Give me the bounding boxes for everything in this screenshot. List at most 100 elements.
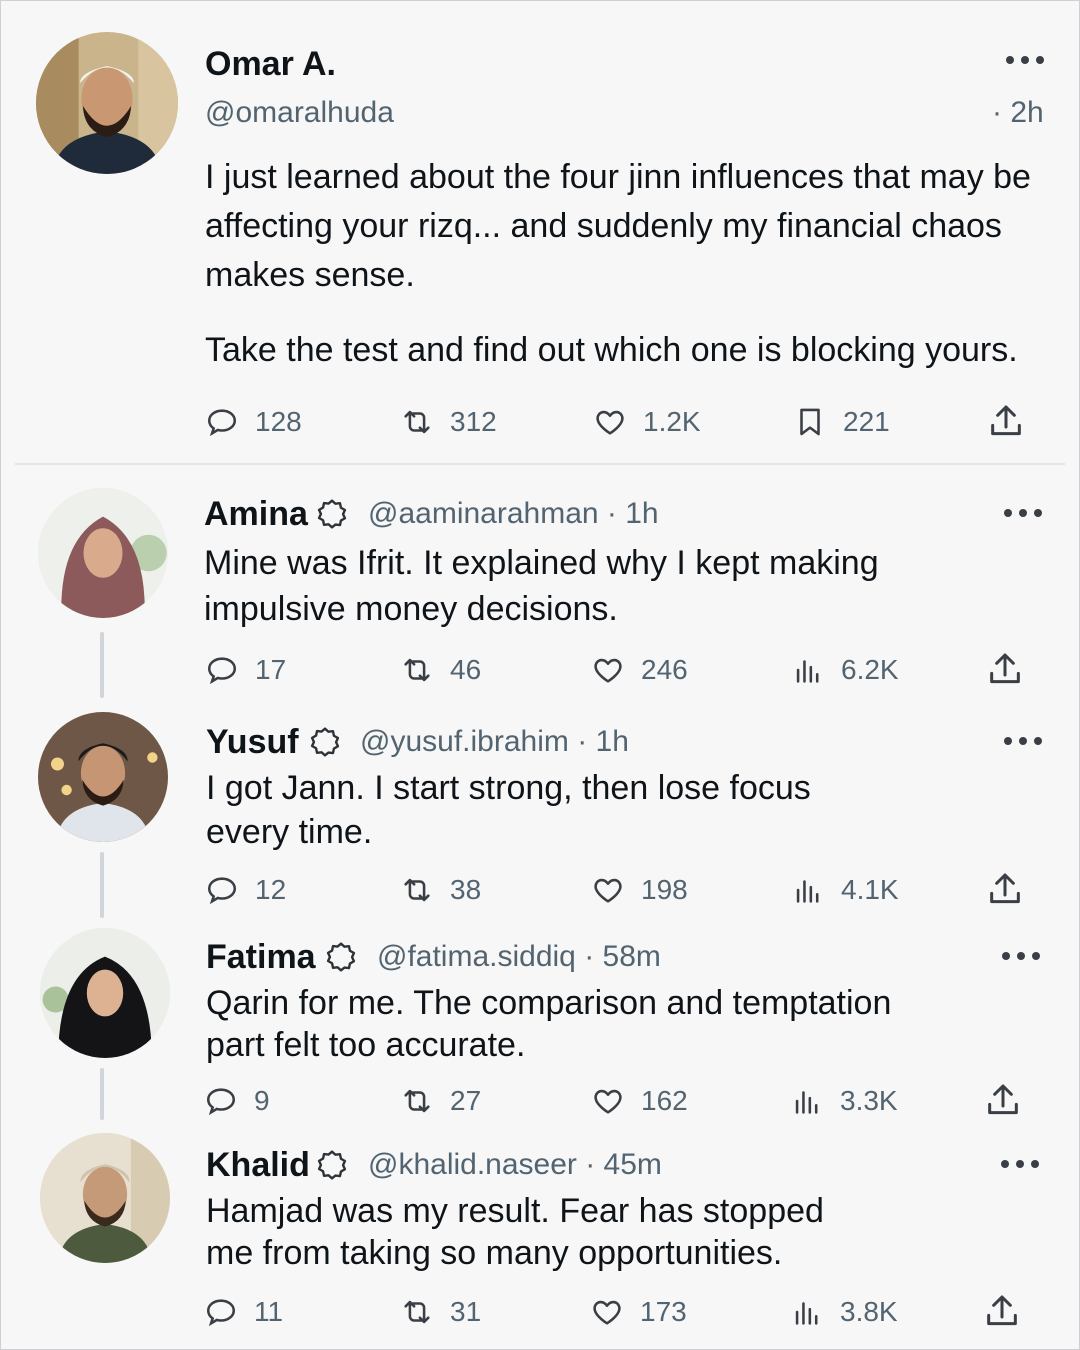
reply-count: 17 [255,654,287,685]
reply-button[interactable]: 9 [204,1081,270,1121]
views-button[interactable]: 3.3K [790,1081,898,1121]
verified-badge-icon [326,942,356,972]
share-button[interactable] [985,870,1025,910]
author-name[interactable]: Yusuf [206,723,299,762]
speech-bubble-icon [207,877,237,905]
more-dot [1021,56,1029,64]
share-button[interactable] [985,650,1025,690]
repost-arrows-icon [404,1089,430,1113]
repost-count: 27 [450,1085,482,1116]
repost-button[interactable]: 46 [400,650,481,690]
bar-chart-icon [795,1302,818,1325]
share-upload-icon [991,405,1021,436]
like-count: 173 [640,1296,687,1327]
more-options-button[interactable] [1001,1154,1041,1174]
more-options-button[interactable] [1006,50,1046,70]
author-name[interactable]: Fatima [206,938,316,977]
like-button[interactable]: 246 [591,650,688,690]
author-name[interactable]: Omar A. [205,45,336,84]
repost-button[interactable]: 27 [400,1081,481,1121]
thread-line [100,852,104,918]
more-options-button[interactable] [1002,946,1042,966]
reply-text: Hamjad was my result. Fear has stopped m… [206,1192,824,1272]
author-handle-time[interactable]: @fatima.siddiq · 58m [377,940,661,974]
more-dot [1017,952,1025,960]
like-count: 246 [641,654,688,685]
bar-chart-icon [796,660,819,683]
bar-chart-icon [795,1091,818,1114]
more-dots-icon [1002,952,1010,960]
repost-count: 46 [450,654,482,685]
heart-icon [594,1089,622,1114]
bookmark-count: 221 [843,406,890,437]
share-button[interactable] [983,1081,1023,1121]
avatar[interactable] [36,32,178,174]
reply-button[interactable]: 128 [205,402,302,442]
reply-button[interactable]: 12 [205,870,286,910]
reply-text: Qarin for me. The comparison and temptat… [206,984,892,1064]
repost-arrows-icon [404,1300,430,1324]
repost-arrows-icon [404,878,430,902]
heart-icon [594,878,622,903]
like-button[interactable]: 173 [590,1292,687,1332]
like-button[interactable]: 198 [591,870,688,910]
author-handle-time[interactable]: @aaminarahman · 1h [368,497,659,531]
more-dot [1019,509,1027,517]
more-dot [1034,509,1042,517]
more-dots-icon [1004,509,1012,517]
avatar[interactable] [40,1133,170,1263]
like-button[interactable]: 162 [591,1081,688,1121]
more-dots-icon [1004,737,1012,745]
author-name[interactable]: Amina [204,495,308,534]
heart-icon [596,410,624,435]
like-count: 198 [641,874,688,905]
view-count: 3.3K [840,1085,898,1116]
verified-badge-icon [317,1150,347,1180]
repost-button[interactable]: 312 [400,402,497,442]
avatar-image [36,32,178,174]
more-dot [1036,56,1044,64]
view-count: 3.8K [840,1296,898,1327]
share-button[interactable] [982,1292,1022,1332]
author-handle[interactable]: @omaralhuda [205,96,394,130]
avatar-image [38,712,168,842]
thread-line [100,632,104,698]
reply-button[interactable]: 17 [205,650,286,690]
like-count: 162 [641,1085,688,1116]
author-handle-time[interactable]: @yusuf.ibrahim · 1h [360,725,629,759]
bar-chart-icon [796,880,819,903]
share-upload-icon [987,1295,1017,1326]
avatar[interactable] [38,488,168,618]
repost-button[interactable]: 31 [400,1292,481,1332]
post-divider [15,463,1065,465]
author-name[interactable]: Khalid [206,1146,310,1185]
avatar-image [40,1133,170,1263]
views-button[interactable]: 6.2K [791,650,899,690]
repost-arrows-icon [404,658,430,682]
verified-badge-icon [317,499,347,529]
speech-bubble-icon [207,409,237,437]
reply-count: 12 [255,874,287,905]
author-handle-time[interactable]: @khalid.naseer · 45m [368,1148,662,1182]
reply-count: 11 [254,1296,284,1327]
more-options-button[interactable] [1004,731,1044,751]
reply-button[interactable]: 11 [204,1292,283,1332]
avatar[interactable] [40,928,170,1058]
post-time[interactable]: · 2h [992,96,1044,130]
views-button[interactable]: 3.8K [790,1292,898,1332]
bookmark-button[interactable]: 221 [793,402,890,442]
views-button[interactable]: 4.1K [791,870,899,910]
more-options-button[interactable] [1004,503,1044,523]
repost-button[interactable]: 38 [400,870,481,910]
share-upload-icon [990,873,1020,904]
avatar[interactable] [38,712,168,842]
more-dot [1034,737,1042,745]
more-dot [1019,737,1027,745]
like-button[interactable]: 1.2K [593,402,701,442]
reply-text: I got Jann. I start strong, then lose fo… [206,769,811,851]
more-dot [1032,952,1040,960]
repost-count: 312 [450,406,497,437]
share-upload-icon [990,653,1020,684]
view-count: 4.1K [841,874,899,905]
share-button[interactable] [986,402,1026,442]
